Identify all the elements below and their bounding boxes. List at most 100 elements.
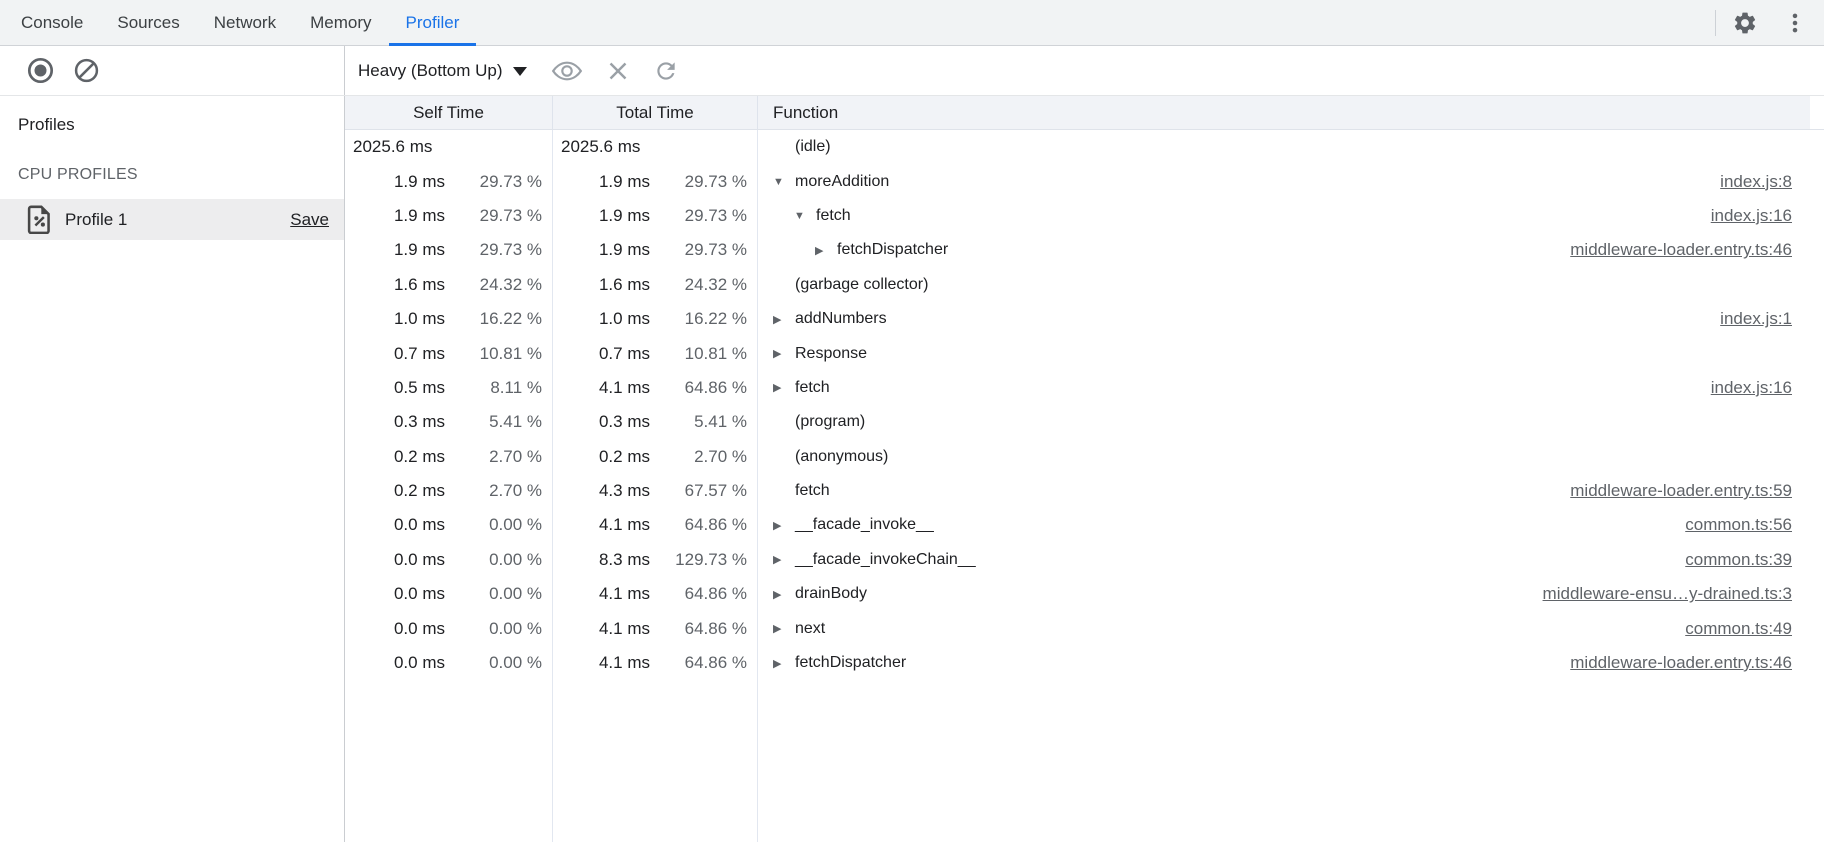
self-time-cell: 1.0 ms16.22 % <box>345 309 553 329</box>
source-link[interactable]: middleware-loader.entry.ts:59 <box>1550 481 1792 501</box>
total-time-pct: 2.70 % <box>658 447 758 467</box>
total-time-ms: 8.3 ms <box>553 550 658 570</box>
function-name: fetch <box>795 482 830 500</box>
table-row[interactable]: 0.0 ms0.00 %4.1 ms64.86 %▶nextcommon.ts:… <box>345 611 1824 645</box>
profile-view-dropdown[interactable]: Heavy (Bottom Up) <box>358 61 527 81</box>
self-time-cell: 0.0 ms0.00 % <box>345 619 553 639</box>
function-cell: ▶nextcommon.ts:49 <box>758 619 1824 639</box>
function-cell: ▶fetch index.js:16 <box>758 378 1824 398</box>
function-name: fetchDispatcher <box>837 241 948 259</box>
column-header-total-time[interactable]: Total Time <box>553 96 758 129</box>
table-row[interactable]: 1.6 ms24.32 %1.6 ms24.32 %(garbage colle… <box>345 268 1824 302</box>
table-row[interactable]: 0.0 ms0.00 %4.1 ms64.86 %▶__facade_invok… <box>345 508 1824 542</box>
column-header-function[interactable]: Function <box>758 96 1810 129</box>
disclosure-triangle-icon[interactable]: ▶ <box>773 381 795 394</box>
disclosure-triangle-icon[interactable]: ▶ <box>773 313 795 326</box>
total-time-ms: 1.0 ms <box>553 309 658 329</box>
self-time-ms: 0.0 ms <box>345 515 453 535</box>
disclosure-triangle-icon[interactable]: ▼ <box>794 210 816 222</box>
sidebar-item-profile-1[interactable]: Profile 1 Save <box>0 199 344 240</box>
disclosure-triangle-icon[interactable]: ▼ <box>773 176 795 188</box>
source-link[interactable]: middleware-loader.entry.ts:46 <box>1550 240 1792 260</box>
source-link[interactable]: index.js:16 <box>1691 378 1792 398</box>
function-name: (program) <box>795 413 865 431</box>
table-row[interactable]: 1.9 ms29.73 %1.9 ms29.73 %▼moreAdditioni… <box>345 164 1824 198</box>
tab-network[interactable]: Network <box>197 0 293 45</box>
source-link[interactable]: index.js:16 <box>1691 206 1792 226</box>
table-row[interactable]: 0.0 ms0.00 %4.1 ms64.86 %▶drainBodymiddl… <box>345 577 1824 611</box>
table-row[interactable]: 2025.6 ms2025.6 ms(idle) <box>345 130 1824 164</box>
self-time-pct: 2.70 % <box>453 447 553 467</box>
table-row[interactable]: 1.9 ms29.73 %1.9 ms29.73 %▼fetchindex.js… <box>345 199 1824 233</box>
function-name: addNumbers <box>795 310 887 328</box>
disclosure-triangle-icon[interactable]: ▶ <box>773 347 795 360</box>
tab-sources[interactable]: Sources <box>100 0 196 45</box>
total-time-cell: 1.6 ms24.32 % <box>553 275 758 295</box>
disclosure-triangle-icon[interactable]: ▶ <box>773 519 795 532</box>
table-row[interactable]: 0.0 ms0.00 %4.1 ms64.86 %▶fetchDispatche… <box>345 646 1824 680</box>
gear-icon[interactable] <box>1732 10 1758 36</box>
profiler-content: Profiles CPU PROFILES Profile 1 Save <box>0 96 1824 842</box>
function-name: fetch <box>795 379 830 397</box>
eye-icon[interactable] <box>551 59 583 83</box>
table-row[interactable]: 0.5 ms8.11 %4.1 ms64.86 %▶fetchindex.js:… <box>345 371 1824 405</box>
total-time-cell: 4.1 ms64.86 % <box>553 584 758 604</box>
table-row[interactable]: 0.3 ms5.41 %0.3 ms5.41 %(program) <box>345 405 1824 439</box>
self-time-ms: 0.0 ms <box>345 550 453 570</box>
source-link[interactable]: index.js:8 <box>1700 172 1792 192</box>
disclosure-triangle-icon[interactable]: ▶ <box>773 657 795 670</box>
tab-memory[interactable]: Memory <box>293 0 388 45</box>
source-link[interactable]: middleware-loader.entry.ts:46 <box>1550 653 1792 673</box>
table-row[interactable]: 0.7 ms10.81 %0.7 ms10.81 %▶Response <box>345 336 1824 370</box>
kebab-menu-icon[interactable] <box>1782 10 1808 36</box>
table-row[interactable]: 1.9 ms29.73 %1.9 ms29.73 %▶fetchDispatch… <box>345 233 1824 267</box>
save-profile-link[interactable]: Save <box>290 210 329 230</box>
disclosure-triangle-icon[interactable]: ▶ <box>815 244 837 257</box>
total-time-ms: 1.6 ms <box>553 275 658 295</box>
clear-icon[interactable] <box>73 57 100 84</box>
source-link[interactable]: common.ts:56 <box>1665 515 1792 535</box>
disclosure-triangle-icon[interactable]: ▶ <box>773 622 795 635</box>
source-link[interactable]: index.js:1 <box>1700 309 1792 329</box>
total-time-ms: 2025.6 ms <box>553 137 658 157</box>
self-time-ms: 1.9 ms <box>345 206 453 226</box>
table-row[interactable]: 1.0 ms16.22 %1.0 ms16.22 %▶addNumbersind… <box>345 302 1824 336</box>
self-time-pct: 10.81 % <box>453 344 553 364</box>
table-row[interactable]: 0.2 ms2.70 %4.3 ms67.57 %fetchmiddleware… <box>345 474 1824 508</box>
self-time-cell: 1.9 ms29.73 % <box>345 172 553 192</box>
source-link[interactable]: common.ts:39 <box>1665 550 1792 570</box>
self-time-pct: 0.00 % <box>453 550 553 570</box>
total-time-ms: 4.1 ms <box>553 653 658 673</box>
self-time-ms: 1.6 ms <box>345 275 453 295</box>
total-time-ms: 1.9 ms <box>553 206 658 226</box>
profile-name: Profile 1 <box>65 210 127 230</box>
self-time-pct: 2.70 % <box>453 481 553 501</box>
self-time-cell: 0.0 ms0.00 % <box>345 584 553 604</box>
disclosure-triangle-icon[interactable]: ▶ <box>773 588 795 601</box>
total-time-cell: 0.7 ms10.81 % <box>553 344 758 364</box>
self-time-pct: 29.73 % <box>453 206 553 226</box>
function-cell: fetch middleware-loader.entry.ts:59 <box>758 481 1824 501</box>
total-time-cell: 4.1 ms64.86 % <box>553 515 758 535</box>
tab-profiler[interactable]: Profiler <box>389 0 477 45</box>
source-link[interactable]: common.ts:49 <box>1665 619 1792 639</box>
total-time-ms: 0.7 ms <box>553 344 658 364</box>
total-time-ms: 0.3 ms <box>553 412 658 432</box>
table-row[interactable]: 0.0 ms0.00 %8.3 ms129.73 %▶__facade_invo… <box>345 543 1824 577</box>
self-time-cell: 1.9 ms29.73 % <box>345 206 553 226</box>
total-time-ms: 4.3 ms <box>553 481 658 501</box>
table-row[interactable]: 0.2 ms2.70 %0.2 ms2.70 %(anonymous) <box>345 440 1824 474</box>
refresh-icon[interactable] <box>653 58 679 84</box>
source-link[interactable]: middleware-ensu…y-drained.ts:3 <box>1523 584 1792 604</box>
cpu-profiles-section-title: CPU PROFILES <box>18 166 326 184</box>
self-time-ms: 1.0 ms <box>345 309 453 329</box>
self-time-ms: 0.2 ms <box>345 447 453 467</box>
total-time-cell: 4.3 ms67.57 % <box>553 481 758 501</box>
column-header-self-time[interactable]: Self Time <box>345 96 553 129</box>
function-name: (idle) <box>795 138 831 156</box>
record-icon[interactable] <box>26 56 55 85</box>
close-icon[interactable] <box>607 60 629 82</box>
disclosure-triangle-icon[interactable]: ▶ <box>773 553 795 566</box>
tab-console[interactable]: Console <box>4 0 100 45</box>
total-time-ms: 1.9 ms <box>553 172 658 192</box>
